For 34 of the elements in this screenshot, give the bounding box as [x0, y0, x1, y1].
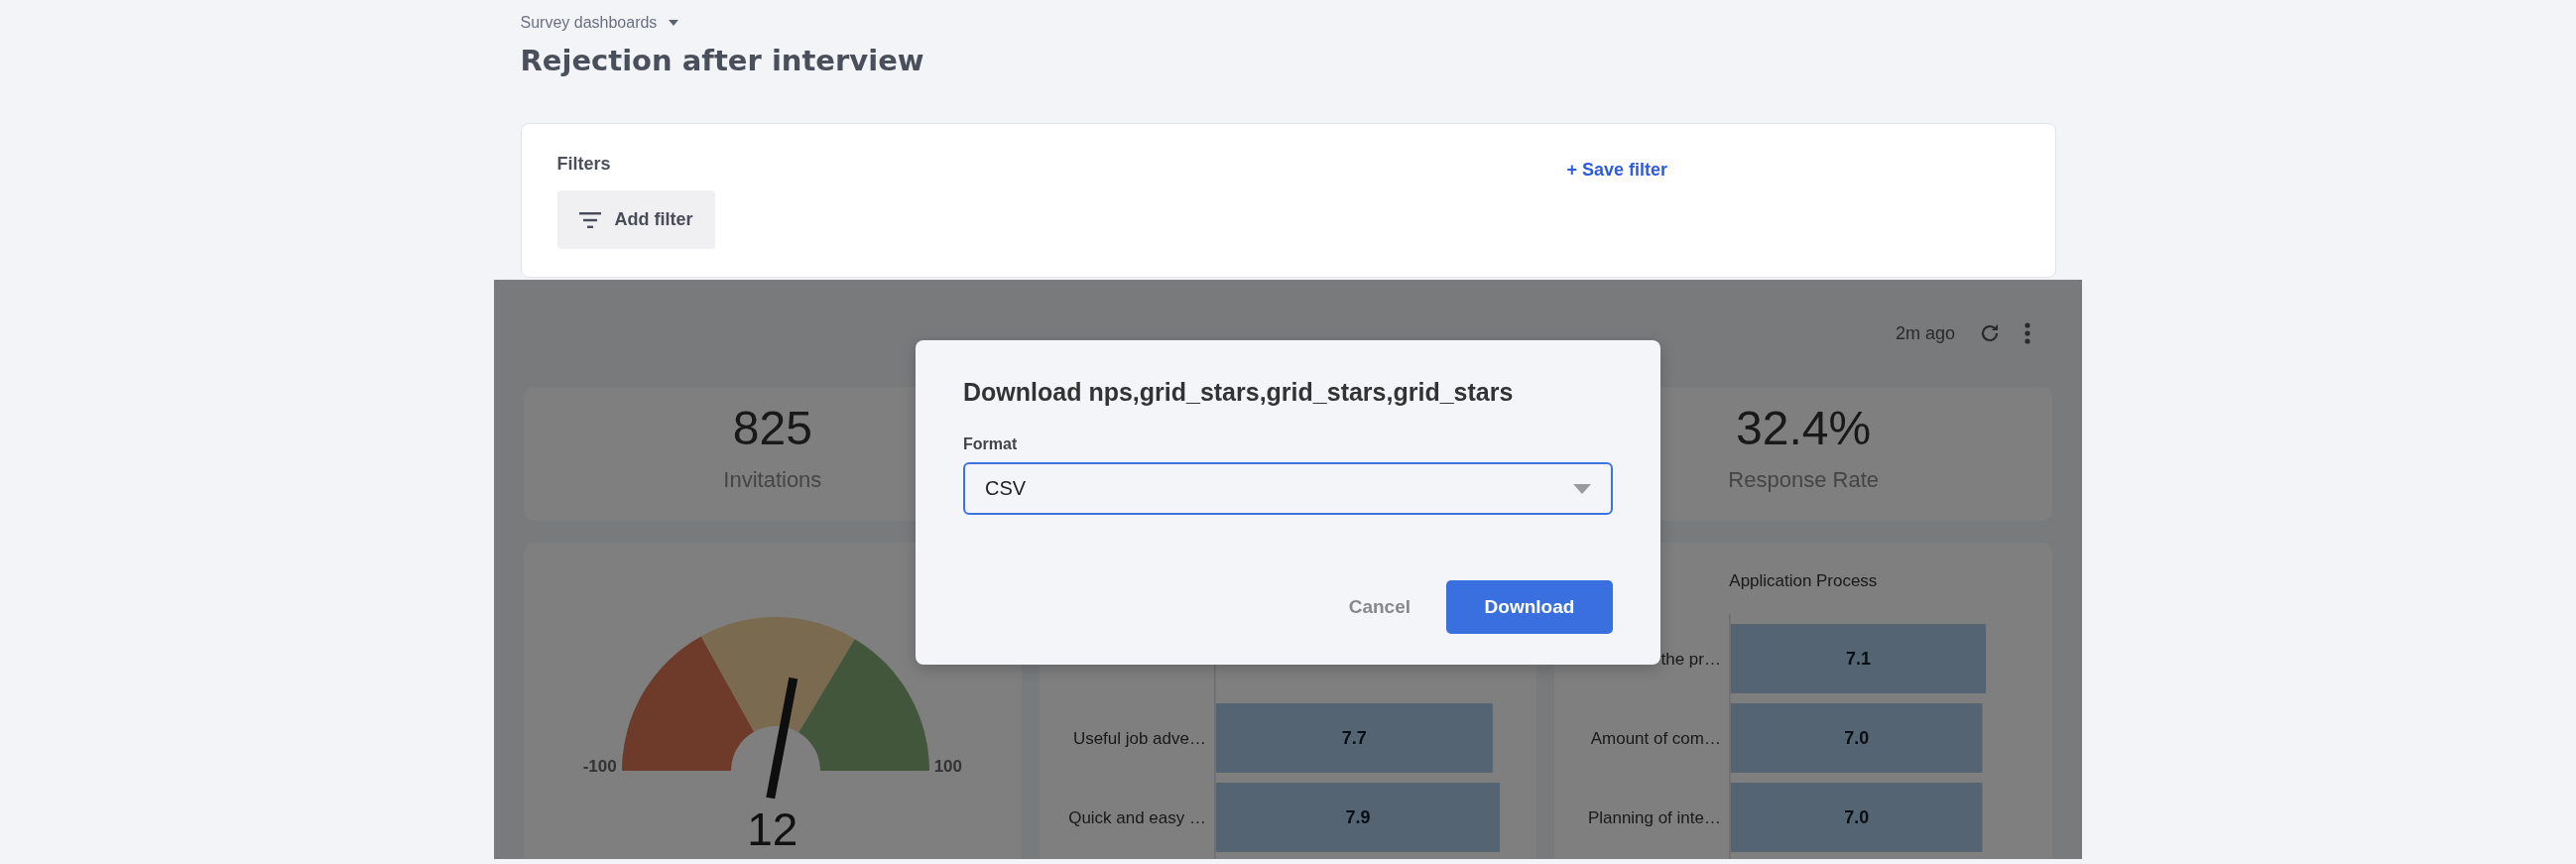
bar-label: Useful job adve… — [1072, 729, 1206, 748]
kpi-value: 32.4% — [1736, 403, 1872, 455]
format-label: Format — [963, 435, 1019, 453]
filters-heading: Filters — [556, 154, 612, 175]
gauge-min-label: -100 — [582, 757, 617, 777]
kpi-value: 825 — [732, 403, 812, 455]
page-title: Rejection after interview — [520, 44, 924, 77]
add-filter-button[interactable]: Add filter — [556, 190, 715, 249]
refresh-icon[interactable] — [1979, 322, 2001, 344]
breadcrumb-dropdown[interactable]: Survey dashboards — [520, 14, 679, 32]
kpi-label: Invitations — [723, 466, 822, 493]
bar-label: Planning of inte… — [1588, 807, 1722, 827]
bar-value: 7.0 — [1844, 727, 1870, 748]
caret-icon — [1573, 483, 1591, 494]
bar-value: 7.0 — [1844, 806, 1870, 827]
download-button[interactable]: Download — [1446, 580, 1613, 634]
bar-label: Amount of com… — [1591, 728, 1722, 748]
chart-title: Application Process — [1729, 571, 1878, 591]
caret-icon — [669, 20, 679, 26]
bar-label: the pr… — [1660, 650, 1722, 670]
updated-time: 2m ago — [1895, 322, 1955, 344]
dialog-title: Download nps,grid_stars,grid_stars,grid_stars — [963, 377, 1515, 408]
gauge-max-label: 100 — [933, 757, 963, 777]
bar-label: Quick and easy … — [1067, 807, 1206, 827]
more-options-icon[interactable] — [2024, 322, 2030, 344]
kpi-label: Response Rate — [1728, 466, 1879, 493]
bar-value: 7.7 — [1341, 728, 1367, 748]
format-select[interactable]: CSV — [963, 462, 1613, 515]
bar-value: 7.9 — [1345, 806, 1371, 827]
nps-score: 12 — [747, 806, 798, 852]
cancel-button[interactable]: Cancel — [1334, 580, 1424, 634]
save-filter-link[interactable]: + Save filter — [1566, 160, 1668, 181]
filter-icon — [578, 211, 601, 228]
bar-value: 7.1 — [1846, 649, 1872, 670]
